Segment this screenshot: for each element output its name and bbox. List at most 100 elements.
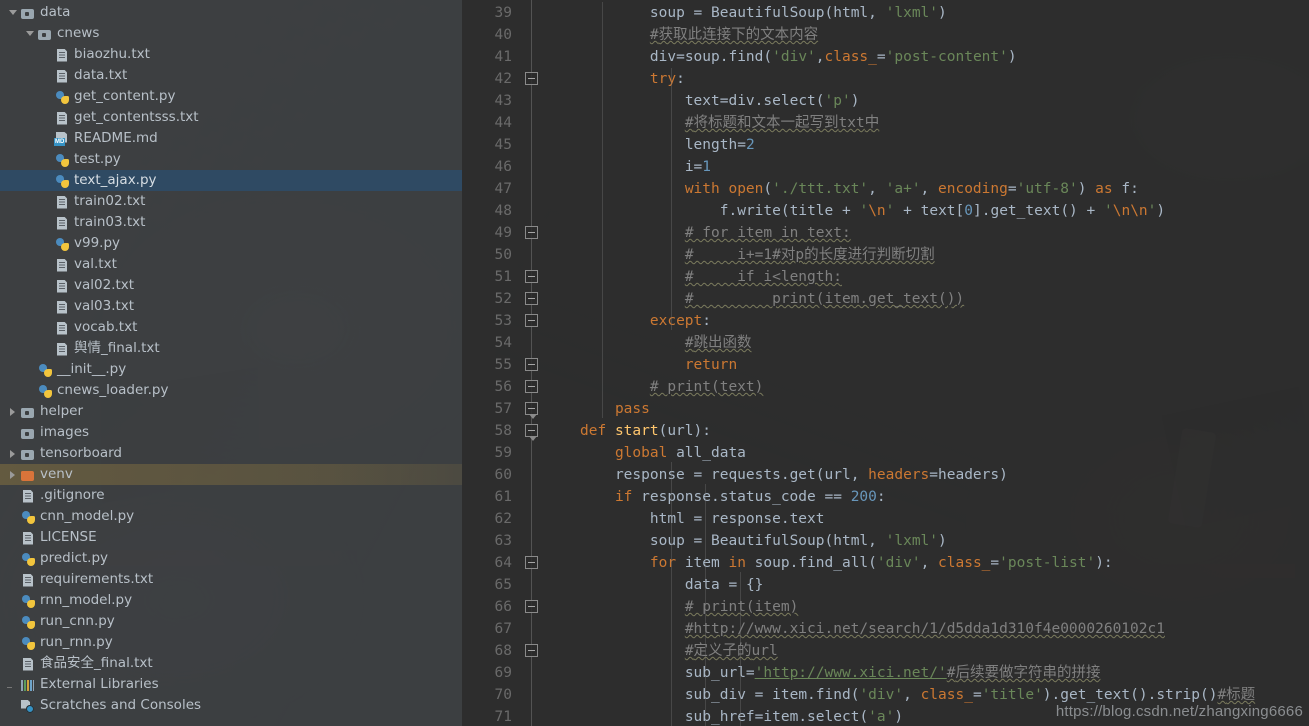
tree-item-biaozhu-txt[interactable]: biaozhu.txt xyxy=(0,44,462,65)
code-line[interactable]: with open('./ttt.txt', 'a+', encoding='u… xyxy=(580,178,1139,200)
chevron-down-icon[interactable] xyxy=(23,23,36,44)
tree-item-vocab-txt[interactable]: vocab.txt xyxy=(0,317,462,338)
code-line[interactable]: # for item in text: xyxy=(580,222,851,244)
tree-item-train02-txt[interactable]: train02.txt xyxy=(0,191,462,212)
tree-item-get_content-py[interactable]: get_content.py xyxy=(0,86,462,107)
line-number: 41 xyxy=(494,49,512,65)
tree-item-val02-txt[interactable]: val02.txt xyxy=(0,275,462,296)
code-fold-toggle[interactable] xyxy=(525,358,538,371)
code-line[interactable]: #跳出函数 xyxy=(580,332,752,354)
code-line[interactable]: # print(item.get_text()) xyxy=(580,288,964,310)
tree-item-val-txt[interactable]: val.txt xyxy=(0,254,462,275)
chevron-right-icon[interactable] xyxy=(6,464,19,485)
code-line[interactable]: pass xyxy=(580,398,650,420)
code-fold-toggle[interactable] xyxy=(525,72,538,85)
tree-item-cnn_model-py[interactable]: cnn_model.py xyxy=(0,506,462,527)
code-line[interactable]: if response.status_code == 200: xyxy=(580,486,886,508)
code-line[interactable]: div=soup.find('div',class_='post-content… xyxy=(580,46,1017,68)
tree-item-license[interactable]: LICENSE xyxy=(0,527,462,548)
code-line[interactable]: soup = BeautifulSoup(html, 'lxml') xyxy=(580,530,947,552)
code-line[interactable]: sub_div = item.find('div', class_='title… xyxy=(580,684,1255,706)
code-line[interactable]: sub_href=item.select('a') xyxy=(580,706,903,726)
code-line[interactable]: i=1 xyxy=(580,156,711,178)
code-line[interactable]: #定义子的url xyxy=(580,640,778,662)
line-number: 39 xyxy=(494,5,512,21)
code-line[interactable]: html = response.text xyxy=(580,508,825,530)
code-fold-toggle[interactable] xyxy=(525,402,538,419)
code-fold-toggle[interactable] xyxy=(525,600,538,613)
tree-item-v99-py[interactable]: v99.py xyxy=(0,233,462,254)
code-line[interactable]: sub_url='http://www.xici.net/'#后续要做字符串的拼… xyxy=(580,662,1101,684)
code-line[interactable]: for item in soup.find_all('div', class_=… xyxy=(580,552,1113,574)
code-line[interactable]: #将标题和文本一起写到txt中 xyxy=(580,112,879,134)
code-line[interactable]: response = requests.get(url, headers=hea… xyxy=(580,464,1008,486)
tree-item-label: train02.txt xyxy=(74,193,146,209)
tree-item-external-libraries[interactable]: External Libraries xyxy=(0,674,462,695)
code-fold-toggle[interactable] xyxy=(525,556,538,569)
tree-item-run_rnn-py[interactable]: run_rnn.py xyxy=(0,632,462,653)
code-fold-toggle[interactable] xyxy=(525,644,538,657)
tree-item-run_cnn-py[interactable]: run_cnn.py xyxy=(0,611,462,632)
code-line[interactable]: text=div.select('p') xyxy=(580,90,860,112)
tree-item-train03-txt[interactable]: train03.txt xyxy=(0,212,462,233)
tree-item-images[interactable]: images xyxy=(0,422,462,443)
markdown-file-icon xyxy=(53,131,70,147)
code-line[interactable]: except: xyxy=(580,310,711,332)
tree-item-data-txt[interactable]: data.txt xyxy=(0,65,462,86)
code-line[interactable]: f.write(title + '\n' + text[0].get_text(… xyxy=(580,200,1165,222)
tree-item--gitignore[interactable]: .gitignore xyxy=(0,485,462,506)
tree-item-get_contentsss-txt[interactable]: get_contentsss.txt xyxy=(0,107,462,128)
tree-item-cnews_loader-py[interactable]: cnews_loader.py xyxy=(0,380,462,401)
tree-item-data[interactable]: data xyxy=(0,2,462,23)
chevron-right-icon[interactable] xyxy=(6,401,19,422)
tree-item-readme-md[interactable]: README.md xyxy=(0,128,462,149)
line-number: 69 xyxy=(494,665,512,681)
python-file-icon xyxy=(53,236,70,252)
code-fold-toggle[interactable] xyxy=(525,314,538,327)
tree-item-__init__-py[interactable]: __init__.py xyxy=(0,359,462,380)
code-fold-toggle[interactable] xyxy=(525,424,538,441)
code-line[interactable]: length=2 xyxy=(580,134,755,156)
code-line[interactable]: #获取此连接下的文本内容 xyxy=(580,24,818,46)
code-fold-toggle[interactable] xyxy=(525,270,538,283)
code-line[interactable]: return xyxy=(580,354,737,376)
tree-item-test-py[interactable]: test.py xyxy=(0,149,462,170)
project-tree-panel[interactable]: data cnews biaozhu.txt data.txt get_content.… xyxy=(0,0,462,726)
tree-item-val03-txt[interactable]: val03.txt xyxy=(0,296,462,317)
tree-item-rnn_model-py[interactable]: rnn_model.py xyxy=(0,590,462,611)
code-fold-toggle[interactable] xyxy=(525,292,538,305)
tree-item-食品安全_final-txt[interactable]: 食品安全_final.txt xyxy=(0,653,462,674)
code-line[interactable]: def start(url): xyxy=(580,420,711,442)
code-fold-toggle[interactable] xyxy=(525,226,538,239)
code-line[interactable]: global all_data xyxy=(580,442,746,464)
code-fold-toggle[interactable] xyxy=(525,380,538,393)
tree-item-helper[interactable]: helper xyxy=(0,401,462,422)
code-line[interactable]: # print(item) xyxy=(580,596,799,618)
code-line[interactable]: soup = BeautifulSoup(html, 'lxml') xyxy=(580,2,947,24)
text-file-icon xyxy=(53,341,70,357)
tree-item-scratches-and-consoles[interactable]: Scratches and Consoles xyxy=(0,695,462,716)
tree-item-venv[interactable]: venv xyxy=(0,464,462,485)
code-editor-panel[interactable]: 39 40 41 42 43 44 45 46 47 48 49 50 51 52 53 54 55 56 57 58… xyxy=(462,0,1309,726)
tree-item-舆情_final-txt[interactable]: 舆情_final.txt xyxy=(0,338,462,359)
python-file-icon xyxy=(19,551,36,567)
code-line[interactable]: #http://www.xici.net/search/1/d5dda1d310… xyxy=(580,618,1165,640)
tree-item-predict-py[interactable]: predict.py xyxy=(0,548,462,569)
tree-item-text_ajax-py[interactable]: text_ajax.py xyxy=(0,170,462,191)
code-line[interactable]: try: xyxy=(580,68,685,90)
editor-gutter[interactable]: 39 40 41 42 43 44 45 46 47 48 49 50 51 52 53 54 55 56 57 58… xyxy=(462,0,580,726)
tree-item-cnews[interactable]: cnews xyxy=(0,23,462,44)
chevron-down-icon[interactable] xyxy=(6,2,19,23)
tree-item-label: venv xyxy=(40,466,73,482)
code-line[interactable]: # if i<length: xyxy=(580,266,842,288)
code-line[interactable]: # print(text) xyxy=(580,376,764,398)
chevron-right-icon[interactable] xyxy=(6,443,19,464)
code-line[interactable]: # i+=1#对p的长度进行判断切割 xyxy=(580,244,935,266)
tree-item-requirements-txt[interactable]: requirements.txt xyxy=(0,569,462,590)
tree-item-tensorboard[interactable]: tensorboard xyxy=(0,443,462,464)
tree-item-label: External Libraries xyxy=(40,676,159,692)
python-file-icon xyxy=(53,89,70,105)
